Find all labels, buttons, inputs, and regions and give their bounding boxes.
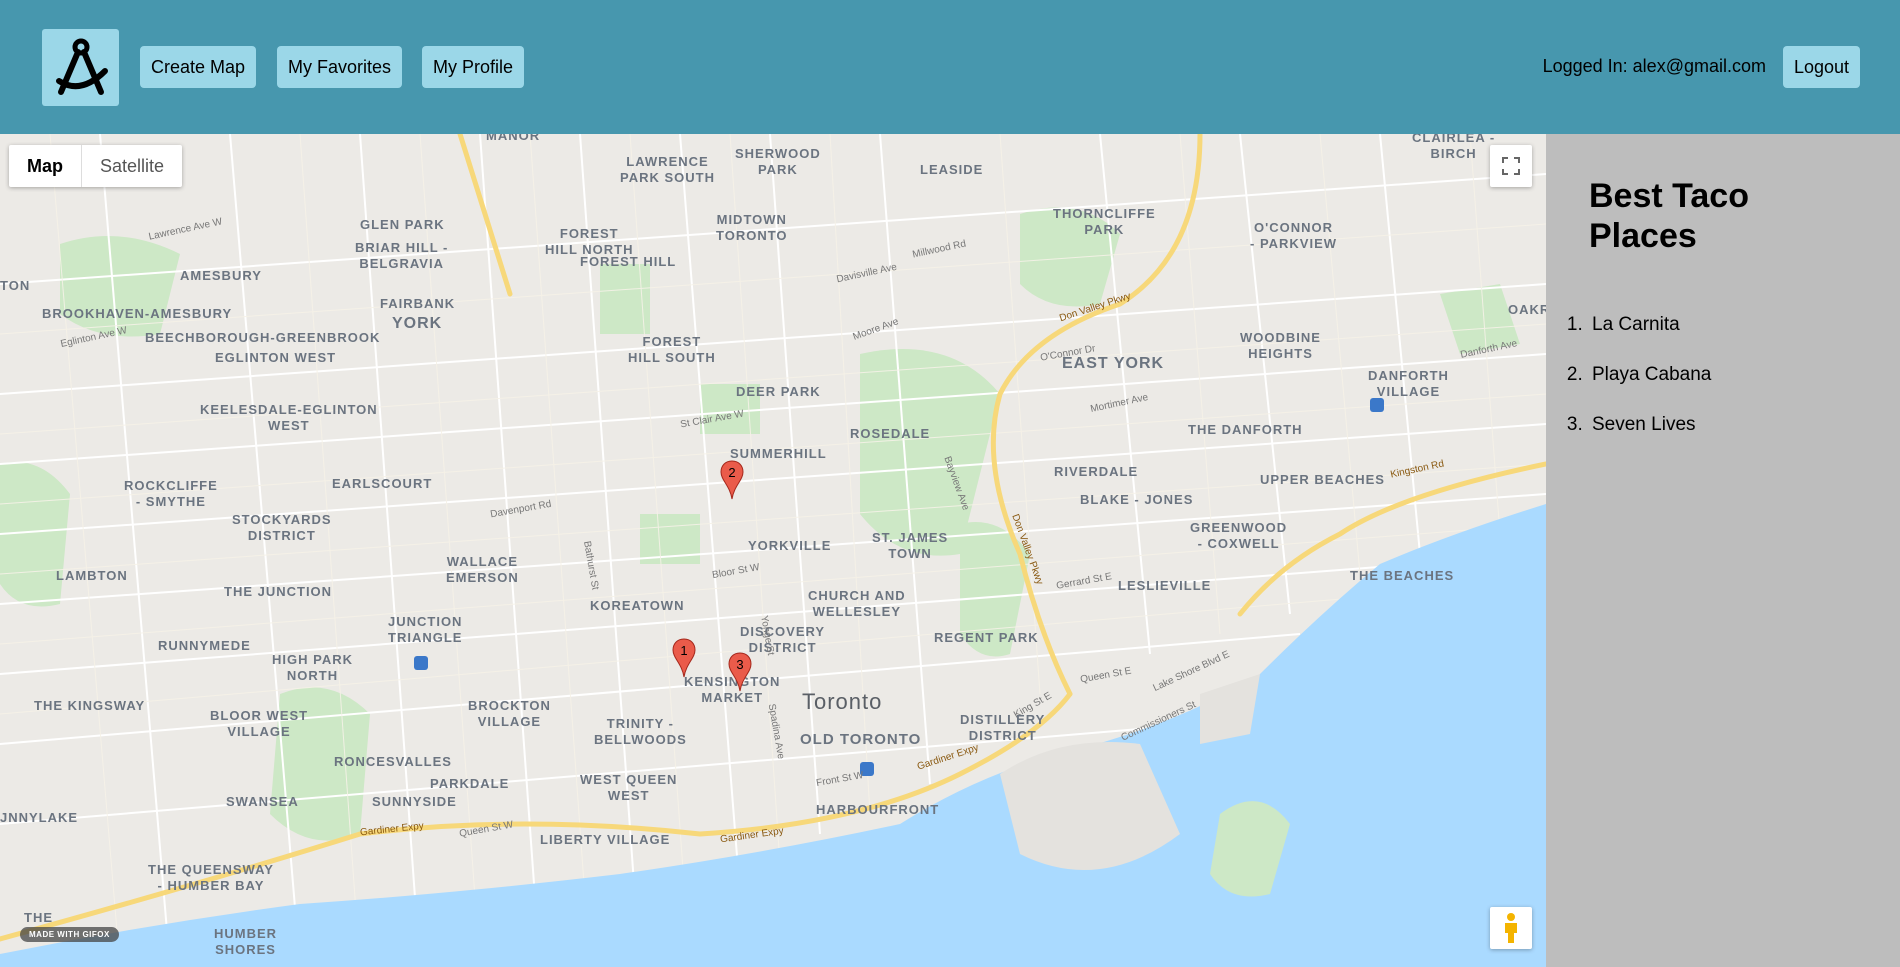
map-label-trinity-bellwoods: TRINITY - BELLWOODS bbox=[594, 716, 687, 747]
map-label-brookhaven-amesbury: BROOKHAVEN-AMESBURY bbox=[42, 306, 233, 321]
map-type-control: Map Satellite bbox=[9, 145, 183, 187]
map-label-lambton: LAMBTON bbox=[56, 568, 128, 583]
map-label-regent-park: REGENT PARK bbox=[934, 630, 1039, 645]
marker-label: 1 bbox=[680, 643, 688, 658]
map-label-thorncliffe-park: THORNCLIFFE PARK bbox=[1053, 206, 1156, 237]
map-label-glen-park: GLEN PARK bbox=[360, 217, 445, 232]
map-label-wallace-emerson: WALLACE EMERSON bbox=[446, 554, 519, 585]
map-label-church-wellesley: CHURCH AND WELLESLEY bbox=[808, 588, 906, 619]
app-logo[interactable] bbox=[42, 29, 119, 106]
my-profile-button[interactable]: My Profile bbox=[422, 46, 525, 88]
map-label-summerhill: SUMMERHILL bbox=[730, 446, 827, 461]
pegman-icon bbox=[1505, 913, 1517, 943]
place-item[interactable]: Playa Cabana bbox=[1588, 364, 1711, 386]
map-label-rockcliffe-smythe: ROCKCLIFFE - SMYTHE bbox=[124, 478, 218, 509]
logout-button[interactable]: Logout bbox=[1783, 46, 1861, 88]
map-label-harbourfront: HARBOURFRONT bbox=[816, 802, 940, 817]
map-label-riverdale: RIVERDALE bbox=[1054, 464, 1139, 479]
map-sidebar: Best Taco Places La Carnita Playa Cabana… bbox=[1546, 134, 1900, 967]
map-type-satellite-button[interactable]: Satellite bbox=[82, 145, 182, 187]
map-label-runnymede: RUNNYMEDE bbox=[158, 638, 251, 653]
logged-in-status: Logged In: alex@gmail.com bbox=[1542, 56, 1766, 76]
map-label-woodbine-heights: WOODBINE HEIGHTS bbox=[1240, 330, 1321, 361]
marker-label: 3 bbox=[736, 657, 744, 672]
map-label-manor: MANOR bbox=[486, 134, 541, 143]
map-label-west-queen-west: WEST QUEEN WEST bbox=[580, 772, 678, 803]
map-label-roncesvalles: RONCESVALLES bbox=[334, 754, 452, 769]
create-map-button[interactable]: Create Map bbox=[140, 46, 257, 88]
map-marker-3[interactable]: 3 bbox=[728, 652, 752, 692]
map-marker-2[interactable]: 2 bbox=[720, 460, 744, 500]
map-label-discovery-district: DISCOVERY DISTRICT bbox=[740, 624, 826, 655]
map-label-greenwood-coxwell: GREENWOOD - COXWELL bbox=[1190, 520, 1288, 551]
map-label-the: THE bbox=[24, 910, 53, 925]
map-label-the-danforth: THE DANFORTH bbox=[1188, 422, 1303, 437]
map-label-briar-hill: BRIAR HILL - BELGRAVIA bbox=[355, 240, 449, 271]
map-label-lawrence-park-south: LAWRENCE PARK SOUTH bbox=[620, 154, 715, 185]
map-label-sunnyside: SUNNYSIDE bbox=[372, 794, 457, 809]
map-canvas[interactable]: LAWRENCE PARK SOUTH SHERWOOD PARK LEASIDE … bbox=[0, 134, 1546, 967]
map-label-toronto: Toronto bbox=[802, 689, 883, 714]
map-label-humber-shores: HUMBER SHORES bbox=[214, 926, 278, 957]
map-label-the-kingsway: THE KINGSWAY bbox=[34, 698, 146, 713]
map-label-brockton-village: BROCKTON VILLAGE bbox=[468, 698, 551, 729]
map-label-high-park-north: HIGH PARK NORTH bbox=[272, 652, 353, 683]
top-navbar: Create Map My Favorites My Profile Logge… bbox=[0, 0, 1900, 134]
map-label-midtown-toronto: MIDTOWN TORONTO bbox=[716, 212, 788, 243]
map-label-st-james-town: ST. JAMES TOWN bbox=[872, 530, 949, 561]
map-label-upper-beaches: UPPER BEACHES bbox=[1260, 472, 1385, 487]
street-view-pegman[interactable] bbox=[1490, 907, 1532, 949]
map-label-leslieville: LESLIEVILLE bbox=[1118, 578, 1212, 593]
fullscreen-icon bbox=[1502, 157, 1520, 175]
map-label-fairbank: FAIRBANK bbox=[380, 296, 456, 311]
map-label-beechborough-greenbrook: BEECHBOROUGH-GREENBROOK bbox=[145, 330, 381, 345]
map-label-koreatown: KOREATOWN bbox=[590, 598, 685, 613]
map-label-east-york: EAST YORK bbox=[1062, 355, 1165, 372]
map-label-keelesdale: KEELESDALE-EGLINTON WEST bbox=[200, 402, 378, 433]
map-label-jnnylake: JNNYLAKE bbox=[0, 810, 79, 825]
map-label-leaside: LEASIDE bbox=[920, 162, 984, 177]
map-title: Best Taco Places bbox=[1589, 177, 1749, 255]
map-label-earlscourt: EARLSCOURT bbox=[332, 476, 433, 491]
map-label-blake-jones: BLAKE - JONES bbox=[1080, 492, 1194, 507]
map-label-old-toronto: OLD TORONTO bbox=[800, 731, 922, 748]
map-label-liberty-village: LIBERTY VILLAGE bbox=[540, 832, 671, 847]
map-label-swansea: SWANSEA bbox=[226, 794, 299, 809]
map-label-parkdale: PARKDALE bbox=[430, 776, 510, 791]
map-label-ton: TON bbox=[0, 278, 31, 293]
map-label-the-junction: THE JUNCTION bbox=[224, 584, 333, 599]
map-label-eglinton-west: EGLINTON WEST bbox=[215, 350, 337, 365]
map-label-distillery-district: DISTILLERY DISTRICT bbox=[960, 712, 1046, 743]
map-label-amesbury: AMESBURY bbox=[180, 268, 262, 283]
map-label-danforth-village: DANFORTH VILLAGE bbox=[1368, 368, 1449, 399]
map-label-oakr: OAKR bbox=[1508, 302, 1546, 317]
map-label-deer-park: DEER PARK bbox=[736, 384, 821, 399]
marker-label: 2 bbox=[728, 465, 736, 480]
map-type-map-button[interactable]: Map bbox=[9, 145, 82, 187]
map-label-oconnor-parkview: O'CONNOR - PARKVIEW bbox=[1250, 220, 1338, 251]
gifox-watermark: MADE WITH GIFOX bbox=[20, 927, 119, 942]
map-label-junction-triangle: JUNCTION TRIANGLE bbox=[388, 614, 463, 645]
map-label-sherwood-park: SHERWOOD PARK bbox=[735, 146, 821, 177]
map-label-bloor-west-village: BLOOR WEST VILLAGE bbox=[210, 708, 309, 739]
map-label-yorkville: YORKVILLE bbox=[748, 538, 832, 553]
map-label-clairlea-birch: CLAIRLEA - BIRCH bbox=[1412, 134, 1496, 161]
map-label-rosedale: ROSEDALE bbox=[850, 426, 931, 441]
place-item[interactable]: Seven Lives bbox=[1588, 414, 1711, 436]
places-list: La Carnita Playa Cabana Seven Lives bbox=[1566, 314, 1711, 464]
map-label-the-beaches: THE BEACHES bbox=[1350, 568, 1455, 583]
my-favorites-button[interactable]: My Favorites bbox=[277, 46, 403, 88]
map-marker-1[interactable]: 1 bbox=[672, 638, 696, 678]
map-label-forest-hill: FOREST HILL bbox=[580, 254, 677, 269]
fullscreen-button[interactable] bbox=[1490, 145, 1532, 187]
map-label-queensway-humber-bay: THE QUEENSWAY - HUMBER BAY bbox=[148, 862, 274, 893]
map-label-forest-hill-south: FOREST HILL SOUTH bbox=[628, 334, 716, 365]
map-label-stockyards-district: STOCKYARDS DISTRICT bbox=[232, 512, 332, 543]
map-label-york: YORK bbox=[392, 315, 443, 332]
place-item[interactable]: La Carnita bbox=[1588, 314, 1711, 336]
